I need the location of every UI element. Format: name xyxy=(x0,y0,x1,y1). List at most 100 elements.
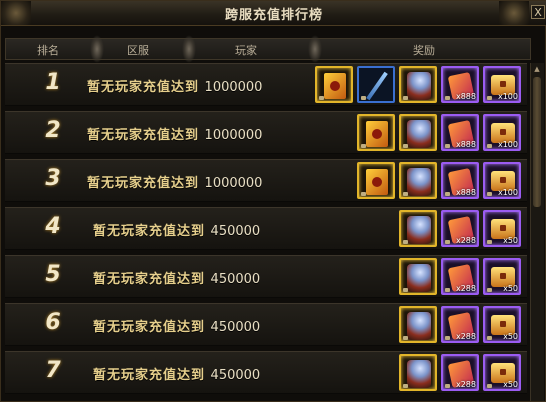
scroll-reward-icon[interactable]: x888 xyxy=(441,114,479,151)
lock-icon xyxy=(403,144,408,148)
requirement-text: 暂无玩家充值达到 xyxy=(93,368,206,383)
row-description: 暂无玩家充值达到 450000 xyxy=(93,220,260,239)
lock-icon xyxy=(487,96,492,100)
lock-icon xyxy=(445,336,450,340)
chest-reward-icon[interactable]: x100 xyxy=(483,114,521,151)
reward-quantity: x100 xyxy=(497,140,518,149)
required-amount: 1000000 xyxy=(204,128,263,143)
warrior-reward-icon[interactable] xyxy=(399,66,437,103)
rank-number: 3 xyxy=(45,166,61,191)
chest-reward-icon[interactable]: x100 xyxy=(483,66,521,103)
chest-reward-icon[interactable]: x50 xyxy=(483,306,521,343)
book-reward-icon[interactable] xyxy=(357,162,395,199)
scrollbar-thumb[interactable] xyxy=(533,77,541,207)
table-header: 排名 区服 玩家 奖励 xyxy=(5,35,531,63)
scroll-reward-icon[interactable]: x888 xyxy=(441,162,479,199)
chest-reward-icon[interactable]: x50 xyxy=(483,210,521,247)
warrior-reward-icon[interactable] xyxy=(399,210,437,247)
lock-icon xyxy=(403,336,408,340)
lock-icon xyxy=(403,96,408,100)
reward-quantity: x50 xyxy=(503,236,518,245)
lock-icon xyxy=(361,144,366,148)
row-description: 暂无玩家充值达到 450000 xyxy=(93,268,260,287)
warrior-reward-icon[interactable] xyxy=(399,354,437,391)
required-amount: 450000 xyxy=(210,224,261,239)
reward-quantity: x888 xyxy=(455,140,476,149)
row-description: 暂无玩家充值达到 450000 xyxy=(93,364,260,383)
ranking-row: 7 暂无玩家充值达到 450000 x288 x50 xyxy=(5,351,527,394)
requirement-text: 暂无玩家充值达到 xyxy=(93,272,206,287)
chest-reward-icon[interactable]: x100 xyxy=(483,162,521,199)
required-amount: 450000 xyxy=(210,320,261,335)
book-reward-icon[interactable] xyxy=(357,114,395,151)
requirement-text: 暂无玩家充值达到 xyxy=(93,224,206,239)
ranking-row: 4 暂无玩家充值达到 450000 x288 x50 xyxy=(5,207,527,250)
required-amount: 450000 xyxy=(210,272,261,287)
lock-icon xyxy=(487,384,492,388)
scroll-reward-icon[interactable]: x288 xyxy=(441,210,479,247)
lock-icon xyxy=(403,240,408,244)
reward-quantity: x100 xyxy=(497,92,518,101)
requirement-text: 暂无玩家充值达到 xyxy=(87,176,200,191)
lock-icon xyxy=(445,288,450,292)
scrollbar[interactable]: ▲ xyxy=(530,63,544,401)
header-player: 玩家 xyxy=(235,44,257,57)
row-description: 暂无玩家充值达到 450000 xyxy=(93,316,260,335)
ranking-row: 5 暂无玩家充值达到 450000 x288 x50 xyxy=(5,255,527,298)
lock-icon xyxy=(319,96,324,100)
lock-icon xyxy=(445,96,450,100)
reward-quantity: x288 xyxy=(455,284,476,293)
required-amount: 1000000 xyxy=(204,80,263,95)
book-icon xyxy=(366,169,388,195)
warrior-reward-icon[interactable] xyxy=(399,258,437,295)
chest-reward-icon[interactable]: x50 xyxy=(483,258,521,295)
header-rank: 排名 xyxy=(37,44,59,57)
warrior-icon xyxy=(407,216,431,244)
book-icon xyxy=(366,121,388,147)
reward-quantity: x888 xyxy=(455,92,476,101)
reward-quantity: x288 xyxy=(455,332,476,341)
reward-quantity: x288 xyxy=(455,236,476,245)
ranking-row: 3 暂无玩家充值达到 1000000 x888 x100 xyxy=(5,159,527,202)
warrior-icon xyxy=(407,360,431,388)
scroll-reward-icon[interactable]: x288 xyxy=(441,354,479,391)
weapon-icon xyxy=(366,71,388,101)
reward-quantity: x50 xyxy=(503,380,518,389)
header-reward: 奖励 xyxy=(413,44,435,57)
row-description: 暂无玩家充值达到 1000000 xyxy=(87,76,262,95)
reward-quantity: x888 xyxy=(455,188,476,197)
lock-icon xyxy=(403,288,408,292)
window-title: 跨服充值排行榜 xyxy=(224,8,323,23)
warrior-reward-icon[interactable] xyxy=(399,306,437,343)
ranking-list: 1 暂无玩家充值达到 1000000 x888 x100 2 暂无玩家充值达到 10000… xyxy=(5,63,527,401)
lock-icon xyxy=(445,384,450,388)
close-icon[interactable]: X xyxy=(531,5,545,19)
warrior-icon xyxy=(407,120,431,148)
required-amount: 1000000 xyxy=(204,176,263,191)
weapon-reward-icon[interactable] xyxy=(357,66,395,103)
book-reward-icon[interactable] xyxy=(315,66,353,103)
lock-icon xyxy=(361,192,366,196)
header-divider xyxy=(90,35,104,63)
scroll-reward-icon[interactable]: x288 xyxy=(441,258,479,295)
lock-icon xyxy=(487,192,492,196)
rank-number: 6 xyxy=(45,310,61,335)
requirement-text: 暂无玩家充值达到 xyxy=(93,320,206,335)
lock-icon xyxy=(361,96,366,100)
scroll-reward-icon[interactable]: x888 xyxy=(441,66,479,103)
chest-reward-icon[interactable]: x50 xyxy=(483,354,521,391)
book-icon xyxy=(324,73,346,99)
scroll-reward-icon[interactable]: x288 xyxy=(441,306,479,343)
scroll-up-icon[interactable]: ▲ xyxy=(533,65,541,73)
lock-icon xyxy=(403,384,408,388)
lock-icon xyxy=(445,240,450,244)
warrior-reward-icon[interactable] xyxy=(399,162,437,199)
warrior-icon xyxy=(407,264,431,292)
warrior-reward-icon[interactable] xyxy=(399,114,437,151)
reward-quantity: x50 xyxy=(503,332,518,341)
rank-number: 7 xyxy=(45,358,61,383)
row-description: 暂无玩家充值达到 1000000 xyxy=(87,124,262,143)
lock-icon xyxy=(445,192,450,196)
header-server: 区服 xyxy=(127,44,149,57)
rank-number: 2 xyxy=(45,118,61,143)
